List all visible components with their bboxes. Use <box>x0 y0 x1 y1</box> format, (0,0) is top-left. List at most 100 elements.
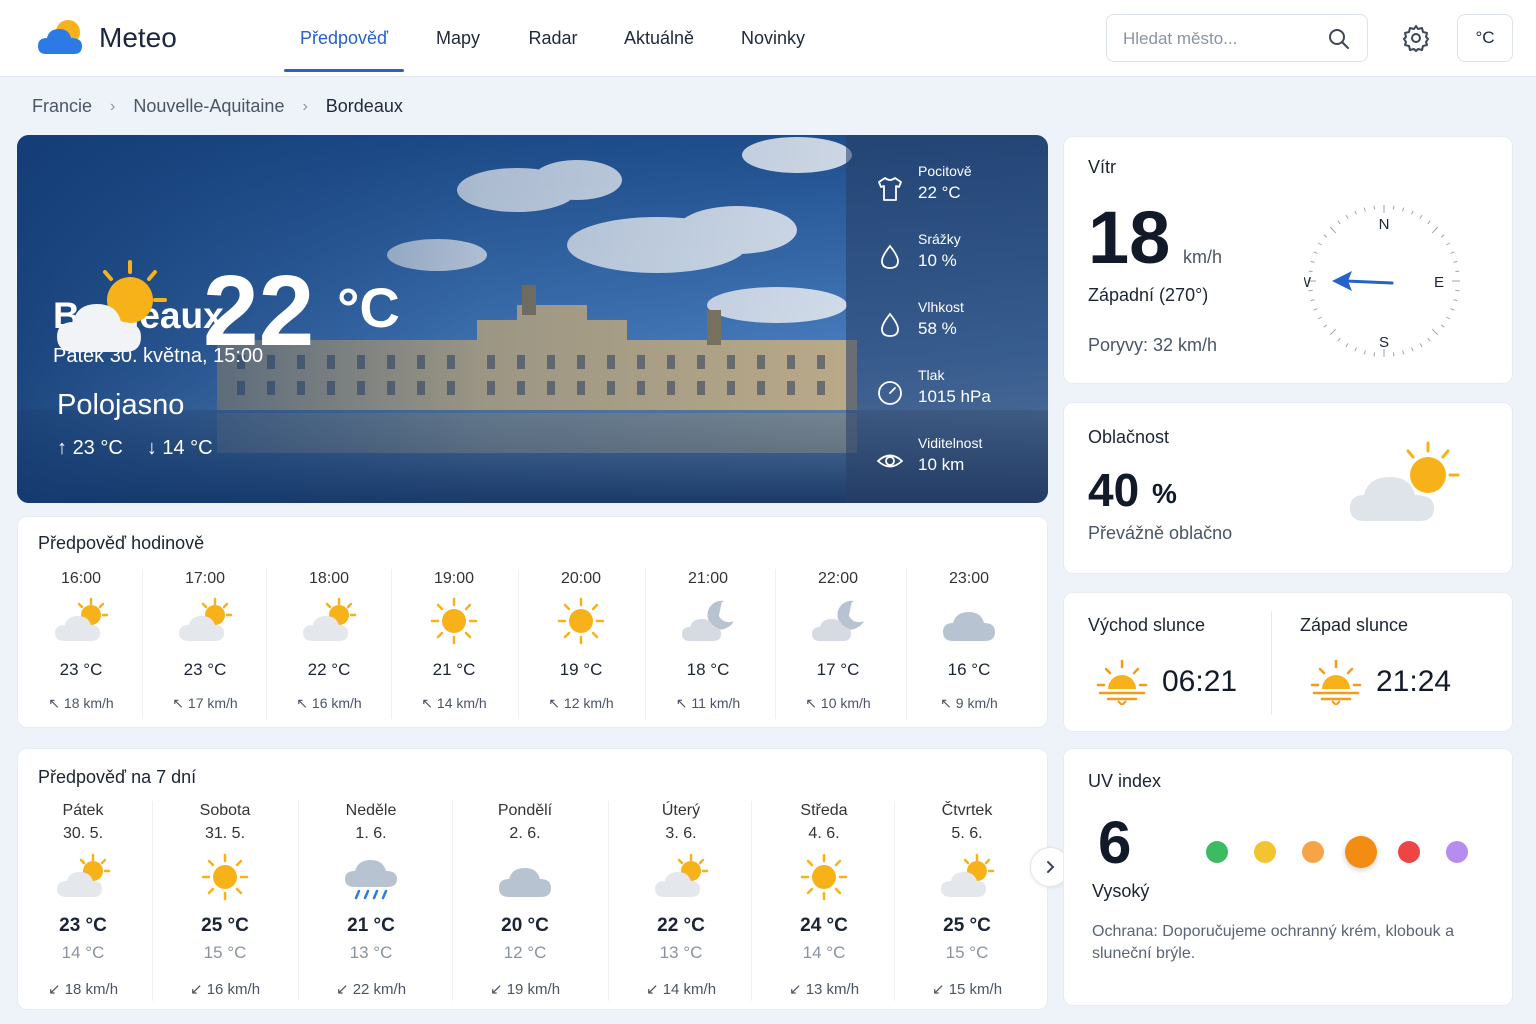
day-low: 14 °C <box>802 943 846 962</box>
partly-cloudy-icon <box>57 260 167 352</box>
compass-tick <box>1446 316 1451 320</box>
gear-icon[interactable] <box>1398 20 1434 56</box>
search-icon[interactable] <box>1327 27 1351 51</box>
hourly-item[interactable]: 20:00 19 °C ↖ 12 km/h <box>518 565 644 715</box>
column-divider <box>906 569 907 719</box>
column-divider <box>608 801 609 1001</box>
breadcrumb-region[interactable]: Nouvelle-Aquitaine <box>133 96 284 117</box>
column-divider <box>751 801 752 1001</box>
hourly-wind: ↖ 11 km/h <box>675 695 741 711</box>
sun-cloud-logo-icon[interactable] <box>36 18 86 58</box>
day-wind: ↙ 15 km/h <box>931 981 1003 998</box>
daily-item[interactable]: Pátek 30. 5. 23 °C 14 °C ↙ 18 km/h <box>8 797 158 1007</box>
stat-humidity: Vlhkost 58 % <box>846 299 1048 349</box>
compass-tick <box>1313 251 1318 254</box>
compass-tick <box>1427 220 1431 225</box>
hourly-time: 16:00 <box>60 570 102 587</box>
daily-item[interactable]: Neděle 1. 6. 21 °C 13 °C ↙ 22 km/h <box>296 797 446 1007</box>
wind-compass: N E S W <box>1304 205 1460 357</box>
day-date: 4. 6. <box>808 825 840 842</box>
uv-card: UV index 6 Vysoký Ochrana: Doporučujeme … <box>1063 748 1513 1006</box>
top-header: Meteo Předpověď Mapy Radar Aktuálně Novi… <box>0 0 1536 77</box>
nav-tab-news[interactable]: Novinky <box>724 0 822 77</box>
hourly-time: 23:00 <box>948 570 990 587</box>
compass-tick <box>1440 324 1445 328</box>
brand-name[interactable]: Meteo <box>99 22 177 54</box>
day-wind: ↙ 16 km/h <box>189 981 261 998</box>
high-temp: ↑ 23 °C <box>57 437 123 459</box>
wind-arrow-icon: ↙ <box>931 981 949 998</box>
day-high: 23 °C <box>59 915 107 936</box>
hourly-temp: 16 °C <box>947 660 991 679</box>
compass-tick <box>1392 352 1395 357</box>
wind-arrow-icon: ↖ <box>296 695 312 711</box>
partly-cloudy-icon <box>55 597 109 641</box>
wind-arrow-icon: ↙ <box>645 981 663 998</box>
compass-tick <box>1313 308 1318 311</box>
hourly-item[interactable]: 16:00 23 °C ↖ 18 km/h <box>18 565 144 715</box>
daily-item[interactable]: Středa 4. 6. 24 °C 14 °C ↙ 13 km/h <box>749 797 899 1007</box>
search-box <box>1106 14 1368 62</box>
partly-cloudy-icon <box>179 597 233 641</box>
hourly-temp: 21 °C <box>432 660 476 679</box>
compass-tick <box>1453 299 1458 302</box>
sunny-icon <box>800 853 848 901</box>
partly-cloudy-icon <box>303 597 357 641</box>
weather-condition: Polojasno <box>57 389 185 421</box>
wind-arrow-icon: ↖ <box>675 695 692 711</box>
gauge-icon <box>878 381 902 405</box>
compass-tick <box>1345 214 1349 219</box>
column-divider <box>266 569 267 719</box>
day-name: Sobota <box>199 802 251 819</box>
sunset-icon <box>1310 659 1362 705</box>
hourly-item[interactable]: 21:00 18 °C ↖ 11 km/h <box>645 565 771 715</box>
drop-icon <box>881 312 899 337</box>
hourly-item[interactable]: 17:00 23 °C ↖ 17 km/h <box>142 565 268 715</box>
compass-tick <box>1455 289 1460 292</box>
eye-icon <box>876 454 904 468</box>
column-divider <box>142 569 143 719</box>
hourly-wind: ↖ 10 km/h <box>805 695 871 711</box>
arrow-down-icon: ↓ <box>146 437 163 459</box>
day-high: 25 °C <box>201 915 249 936</box>
nav-tab-maps[interactable]: Mapy <box>404 0 512 77</box>
compass-tick <box>1440 234 1445 238</box>
nav-tab-current[interactable]: Aktuálně <box>594 0 724 77</box>
night-cloudy-icon <box>682 600 734 641</box>
main-nav: Předpověď Mapy Radar Aktuálně Novinky <box>284 0 822 77</box>
daily-item[interactable]: Sobota 31. 5. 25 °C 15 °C ↙ 16 km/h <box>150 797 300 1007</box>
daily-item[interactable]: Úterý 3. 6. 22 °C 13 °C ↙ 14 km/h <box>606 797 756 1007</box>
sunset-label: Západ slunce <box>1300 615 1409 635</box>
column-divider <box>152 801 153 1001</box>
nav-tab-radar[interactable]: Radar <box>512 0 594 77</box>
daily-item[interactable]: Pondělí 2. 6. 20 °C 12 °C ↙ 19 km/h <box>450 797 600 1007</box>
day-wind: ↙ 19 km/h <box>489 981 561 998</box>
sun-card: Východ slunce 06:21 Západ slunce 21:24 <box>1063 592 1513 732</box>
partly-cloudy-icon <box>1350 441 1460 521</box>
search-input[interactable] <box>1123 27 1323 51</box>
hourly-item[interactable]: 18:00 22 °C ↖ 16 km/h <box>266 565 392 715</box>
nav-tab-forecast[interactable]: Předpověď <box>284 0 404 77</box>
compass-tick <box>1450 251 1455 254</box>
hourly-time: 21:00 <box>687 570 729 587</box>
wind-arrow-icon: ↖ <box>940 695 956 711</box>
hourly-item[interactable]: 22:00 17 °C ↖ 10 km/h <box>775 565 901 715</box>
column-divider <box>452 801 453 1001</box>
hourly-item[interactable]: 23:00 16 °C ↖ 9 km/h <box>906 565 1032 715</box>
breadcrumb-country[interactable]: Francie <box>32 96 92 117</box>
wind-arrow-icon: ↖ <box>805 695 821 711</box>
daily-item[interactable]: Čtvrtek 5. 6. 25 °C 15 °C ↙ 15 km/h <box>892 797 1042 1007</box>
current-weather-hero: Bordeaux Pátek 30. května, 15:00 22 °C P… <box>17 135 1048 503</box>
uv-title: UV index <box>1088 771 1162 791</box>
compass-tick <box>1419 343 1423 348</box>
sunrise-icon <box>1096 659 1148 705</box>
hourly-item[interactable]: 19:00 21 °C ↖ 14 km/h <box>391 565 517 715</box>
hourly-time: 22:00 <box>817 570 859 587</box>
day-date: 1. 6. <box>355 825 387 842</box>
hourly-time: 19:00 <box>433 570 475 587</box>
day-high: 20 °C <box>501 915 549 936</box>
uv-scale-dot <box>1302 841 1324 863</box>
daily-forecast-card: Předpověď na 7 dní Pátek 30. 5. 23 °C 14 °C… <box>17 748 1070 1010</box>
unit-toggle-button[interactable]: °C <box>1457 14 1513 62</box>
column-divider <box>775 569 776 719</box>
